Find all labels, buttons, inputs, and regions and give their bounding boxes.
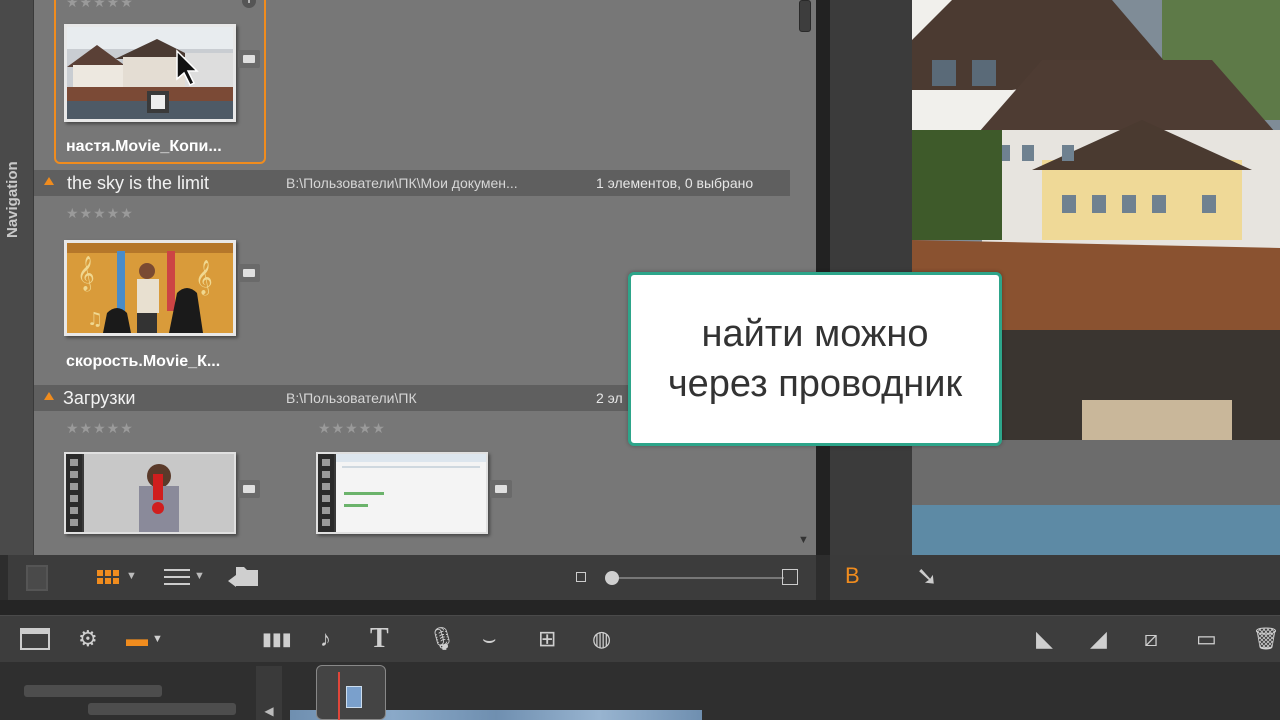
audio-mixer-icon[interactable]: ▮▮▮ [262, 626, 292, 652]
pages-icon[interactable] [26, 565, 48, 591]
spreadsheet-video-frame [336, 454, 486, 532]
folder-count: 2 эл [596, 390, 623, 406]
zoom-slider-knob[interactable] [605, 571, 619, 585]
razor-icon[interactable]: ⧄ [1144, 626, 1158, 652]
collapse-triangle-icon[interactable] [44, 392, 54, 400]
trim-icon[interactable]: ▭ [1196, 626, 1217, 652]
magnet-icon[interactable]: ▬ [126, 626, 148, 652]
folder-arrow-icon[interactable] [226, 563, 260, 591]
rating-stars[interactable]: ★★★★★ [66, 0, 134, 11]
folder-count: 1 элементов, 0 выбрано [596, 175, 754, 191]
town-photo-thumbnail [67, 27, 233, 119]
zoom-slider[interactable] [608, 577, 784, 579]
grid-view-icon[interactable] [96, 569, 120, 585]
disc-icon[interactable]: ◍ [592, 626, 611, 652]
media-thumbnail[interactable]: 𝄞 𝄞 ♫ [64, 240, 236, 336]
zoom-large-icon[interactable] [782, 569, 798, 585]
track-header-bar[interactable] [88, 703, 236, 715]
folder-icon[interactable] [238, 264, 260, 282]
collapse-triangle-icon[interactable] [44, 177, 54, 185]
media-thumbnail[interactable] [64, 24, 236, 122]
preview-toolbar: B ➘ [830, 555, 1280, 600]
folder-row-sky[interactable]: the sky is the limit B:\Пользователи\ПК\… [34, 170, 790, 196]
playhead[interactable] [338, 672, 340, 720]
timeline-clip-marker[interactable] [346, 686, 362, 708]
media-label[interactable]: скорость.Movie_К... [66, 353, 220, 371]
callout-line-2: через проводник [667, 363, 963, 405]
timeline-scroll-left-icon[interactable]: ◀ [256, 666, 282, 720]
text-title-icon[interactable]: T [370, 625, 389, 653]
annotation-callout: найти можно через проводник [628, 272, 1002, 446]
media-label[interactable]: настя.Movie_Копи... [66, 138, 222, 156]
navigation-label[interactable]: Navigation [4, 160, 30, 240]
timeline-toolbar: ⚙ ▬ ▼ ▮▮▮ ♪ T 🎙 ⌣ ⊞ ◍ ◣ ◢ ⧄ ▭ 🗑 [0, 615, 1280, 662]
music-icon[interactable]: ♪ [320, 626, 331, 652]
scroll-down-icon[interactable]: ▼ [798, 534, 809, 546]
folder-icon[interactable] [238, 50, 260, 68]
video-thumbnail[interactable] [316, 452, 488, 534]
list-view-icon[interactable] [164, 569, 190, 590]
timeline-separator[interactable] [0, 600, 1280, 615]
chevron-down-icon[interactable]: ▼ [194, 570, 205, 582]
storyboard-icon[interactable] [20, 628, 50, 650]
svg-text:𝄞: 𝄞 [195, 260, 213, 296]
callout-line-1: найти можно [701, 313, 929, 355]
svg-text:♫: ♫ [87, 309, 103, 330]
library-toolbar: ▼ ▼ [8, 555, 816, 600]
zoom-small-icon[interactable] [576, 572, 586, 582]
settings-gear-icon[interactable]: ⚙ [78, 626, 98, 652]
b-button[interactable]: B [845, 563, 860, 589]
concert-photo-thumbnail: 𝄞 𝄞 ♫ [67, 243, 233, 333]
rating-stars[interactable]: ★★★★★ [66, 205, 134, 222]
folder-icon[interactable] [490, 480, 512, 498]
folder-name: the sky is the limit [67, 173, 210, 193]
film-strip [66, 454, 82, 532]
folder-path: B:\Пользователи\ПК\Мои докумен... [286, 175, 518, 191]
track-header-bar[interactable] [24, 685, 162, 697]
navigation-strip[interactable]: Navigation [0, 0, 34, 555]
send-arrow-icon[interactable]: ➘ [916, 561, 938, 592]
svg-text:𝄞: 𝄞 [77, 256, 95, 292]
montage-icon[interactable]: ⊞ [538, 626, 556, 652]
rating-stars[interactable]: ★★★★★ [66, 420, 134, 437]
film-strip [318, 454, 334, 532]
transition-icon[interactable]: ⌣ [482, 626, 496, 652]
folder-path: B:\Пользователи\ПК [286, 390, 417, 406]
trash-icon[interactable]: 🗑 [1252, 626, 1280, 652]
video-thumbnail[interactable] [64, 452, 236, 534]
marker-left-icon[interactable]: ◣ [1036, 626, 1053, 652]
app-window: Navigation ★★★★★ i настя.Movie_Копи... t… [0, 0, 1280, 720]
folder-name: Загрузки [63, 388, 136, 408]
presenter-video-frame [84, 454, 234, 532]
marker-right-icon[interactable]: ◢ [1090, 626, 1107, 652]
folder-icon[interactable] [238, 480, 260, 498]
chevron-down-icon[interactable]: ▼ [152, 626, 163, 652]
scroll-thumb[interactable] [799, 0, 811, 32]
chevron-down-icon[interactable]: ▼ [126, 570, 137, 582]
rating-stars[interactable]: ★★★★★ [318, 420, 386, 437]
microphone-icon[interactable]: 🎙 [428, 626, 456, 652]
